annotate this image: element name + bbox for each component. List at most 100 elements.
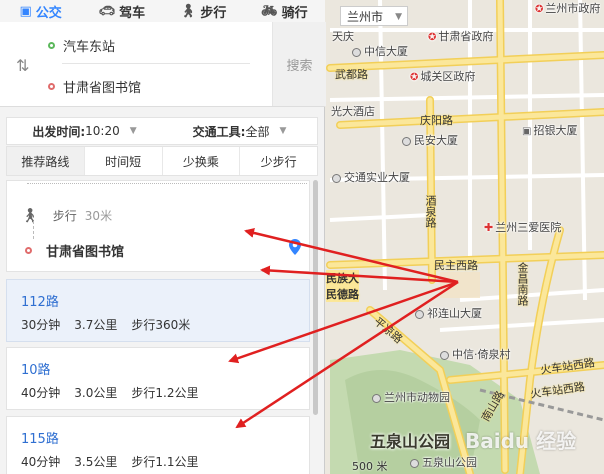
government-icon: ✪ <box>410 72 419 83</box>
tab-drive-label: 驾车 <box>119 5 146 21</box>
vehicle-select[interactable]: 交通工具: 全部 ▼ <box>162 118 317 144</box>
route-input-box: ⇅ 汽车东站 甘肃省图书馆 搜索 <box>0 22 326 107</box>
tab-bike[interactable]: 🚲︎ 骑行 <box>244 0 325 22</box>
hospital-icon: ✚ <box>484 221 494 234</box>
walk-step: 🚶︎ 步行 30米 <box>21 207 112 224</box>
destination-step: 甘肃省图书馆 <box>25 241 124 260</box>
divider <box>62 63 250 64</box>
route-option-card[interactable]: 115路 40分钟 3.5公里 步行1.1公里 <box>6 416 310 474</box>
map-poi-govt-city[interactable]: ✪ 兰州市政府 <box>535 0 600 16</box>
route-meta: 30分钟 3.7公里 步行360米 <box>21 316 190 333</box>
government-icon: ✪ <box>428 32 437 43</box>
map-poi-zhaoyin[interactable]: ▣ 招银大厦 <box>522 122 577 138</box>
route-walk: 步行1.1公里 <box>131 455 199 469</box>
map-poi-zhongxin-yiquan[interactable]: 中信·倚泉村 <box>440 346 511 362</box>
depart-value: 10:20 <box>85 124 120 138</box>
route-walk: 步行1.2公里 <box>131 386 199 400</box>
route-option-card[interactable]: 112路 30分钟 3.7公里 步行360米 <box>6 279 310 342</box>
walk-distance: 30米 <box>84 209 113 223</box>
route-distance: 3.7公里 <box>74 318 118 332</box>
swap-icon[interactable]: ⇅ <box>16 56 29 75</box>
tab-bus-label: 公交 <box>35 5 62 21</box>
start-value: 汽车东站 <box>63 40 116 55</box>
building-icon <box>440 350 449 360</box>
road-label-minzu: 民族大 民德路 <box>326 270 359 302</box>
map-poi-jiaotong[interactable]: 交通实业大厦 <box>332 169 410 185</box>
bank-icon: ▣ <box>522 126 532 137</box>
sort-tabs: 推荐路线 时间短 少换乘 少步行 <box>6 146 318 176</box>
end-value: 甘肃省图书馆 <box>63 81 142 96</box>
route-time: 40分钟 <box>21 455 61 469</box>
route-meta: 40分钟 3.0公里 步行1.2公里 <box>21 384 198 401</box>
step-connector <box>33 221 34 239</box>
tab-bike-label: 骑行 <box>281 5 308 21</box>
map-poi-zoo[interactable]: 兰州市动物园 <box>372 389 450 405</box>
building-icon <box>352 47 361 57</box>
route-distance: 3.5公里 <box>74 455 118 469</box>
map-poi-gansu-govt[interactable]: ✪ 甘肃省政府 <box>428 28 493 44</box>
map-poi-minan[interactable]: 民安大厦 <box>402 132 458 148</box>
road-label-minzhu-west: 民主西路 <box>434 259 478 272</box>
baidu-watermark: Baidu 经验 <box>465 429 577 453</box>
end-dot-icon <box>25 247 32 254</box>
start-dot-icon <box>48 42 55 49</box>
city-label: 兰州市 <box>347 10 384 24</box>
route-walk: 步行360米 <box>131 318 191 332</box>
route-option-card[interactable]: 10路 40分钟 3.0公里 步行1.2公里 <box>6 347 310 410</box>
end-dot-icon <box>48 83 55 90</box>
map-poi-chengguan[interactable]: ✪ 城关区政府 <box>410 68 475 84</box>
route-distance: 3.0公里 <box>74 386 118 400</box>
tab-less-walking[interactable]: 少步行 <box>240 147 317 175</box>
tab-shortest-time[interactable]: 时间短 <box>85 147 163 175</box>
map-scale: 500 米 <box>352 460 388 473</box>
bus-icon: ▣ <box>19 3 32 19</box>
tab-walk-label: 步行 <box>200 5 227 21</box>
road-label-wudu: 武都路 <box>335 68 368 81</box>
walk-icon: 🚶︎ <box>179 3 197 19</box>
chevron-down-icon: ▼ <box>129 126 137 136</box>
start-field[interactable]: 汽车东站 <box>48 36 115 55</box>
route-meta: 40分钟 3.5公里 步行1.1公里 <box>21 453 198 470</box>
location-pin-icon[interactable] <box>289 239 301 255</box>
vehicle-value: 全部 <box>245 124 270 139</box>
road-label-jiuquan: 酒泉路 <box>424 195 437 228</box>
travel-mode-tabs: ▣ 公交 🚗︎ 驾车 🚶︎ 步行 🚲︎ 骑行 <box>0 0 325 23</box>
walk-label: 步行 <box>52 209 77 223</box>
zoo-icon <box>372 393 381 403</box>
walk-icon: 🚶︎ <box>21 207 39 224</box>
results-list[interactable]: 🚶︎ 步行 30米 甘肃省图书馆 112路 30分钟 3.7公里 步行360米 <box>6 180 310 474</box>
road-label-jinchang: 金昌南路 <box>516 262 529 306</box>
results-scrollbar[interactable] <box>312 180 320 420</box>
car-icon: 🚗︎ <box>98 3 116 19</box>
map-poi-sanai[interactable]: ✚ 兰州三爱医院 <box>484 219 561 235</box>
building-icon <box>415 309 424 319</box>
tab-drive[interactable]: 🚗︎ 驾车 <box>81 0 162 22</box>
chevron-down-icon: ▼ <box>395 12 402 22</box>
city-select[interactable]: 兰州市 ▼ <box>340 6 408 26</box>
government-icon: ✪ <box>535 4 544 15</box>
route-name[interactable]: 115路 <box>21 428 59 447</box>
park-label: 五泉山公园 <box>370 432 451 451</box>
tab-walk[interactable]: 🚶︎ 步行 <box>163 0 244 22</box>
truncated-step <box>27 183 307 188</box>
building-icon <box>332 173 341 183</box>
map-poi-park[interactable]: 五泉山公园 <box>410 454 477 470</box>
depart-time-select[interactable]: 出发时间: 10:20 ▼ <box>7 118 162 144</box>
chevron-down-icon: ▼ <box>279 126 287 136</box>
route-name[interactable]: 10路 <box>21 359 51 378</box>
scroll-thumb[interactable] <box>313 180 318 415</box>
end-field[interactable]: 甘肃省图书馆 <box>48 77 141 96</box>
bike-icon: 🚲︎ <box>261 3 278 19</box>
building-icon <box>402 136 411 146</box>
search-button[interactable]: 搜索 <box>272 22 326 106</box>
route-time: 40分钟 <box>21 386 61 400</box>
tab-bus[interactable]: ▣ 公交 <box>0 0 81 22</box>
map-poi-zhongxin[interactable]: 中信大厦 <box>352 43 408 59</box>
map-label-tianqing: 天庆 <box>332 30 354 43</box>
tab-recommended[interactable]: 推荐路线 <box>7 147 85 175</box>
map-poi-qilianshan[interactable]: 祁连山大厦 <box>415 305 482 321</box>
tab-fewer-transfers[interactable]: 少换乘 <box>163 147 241 175</box>
route-name[interactable]: 112路 <box>21 291 59 310</box>
route-time: 30分钟 <box>21 318 61 332</box>
map-label-guangda: 光大酒店 <box>331 105 375 118</box>
